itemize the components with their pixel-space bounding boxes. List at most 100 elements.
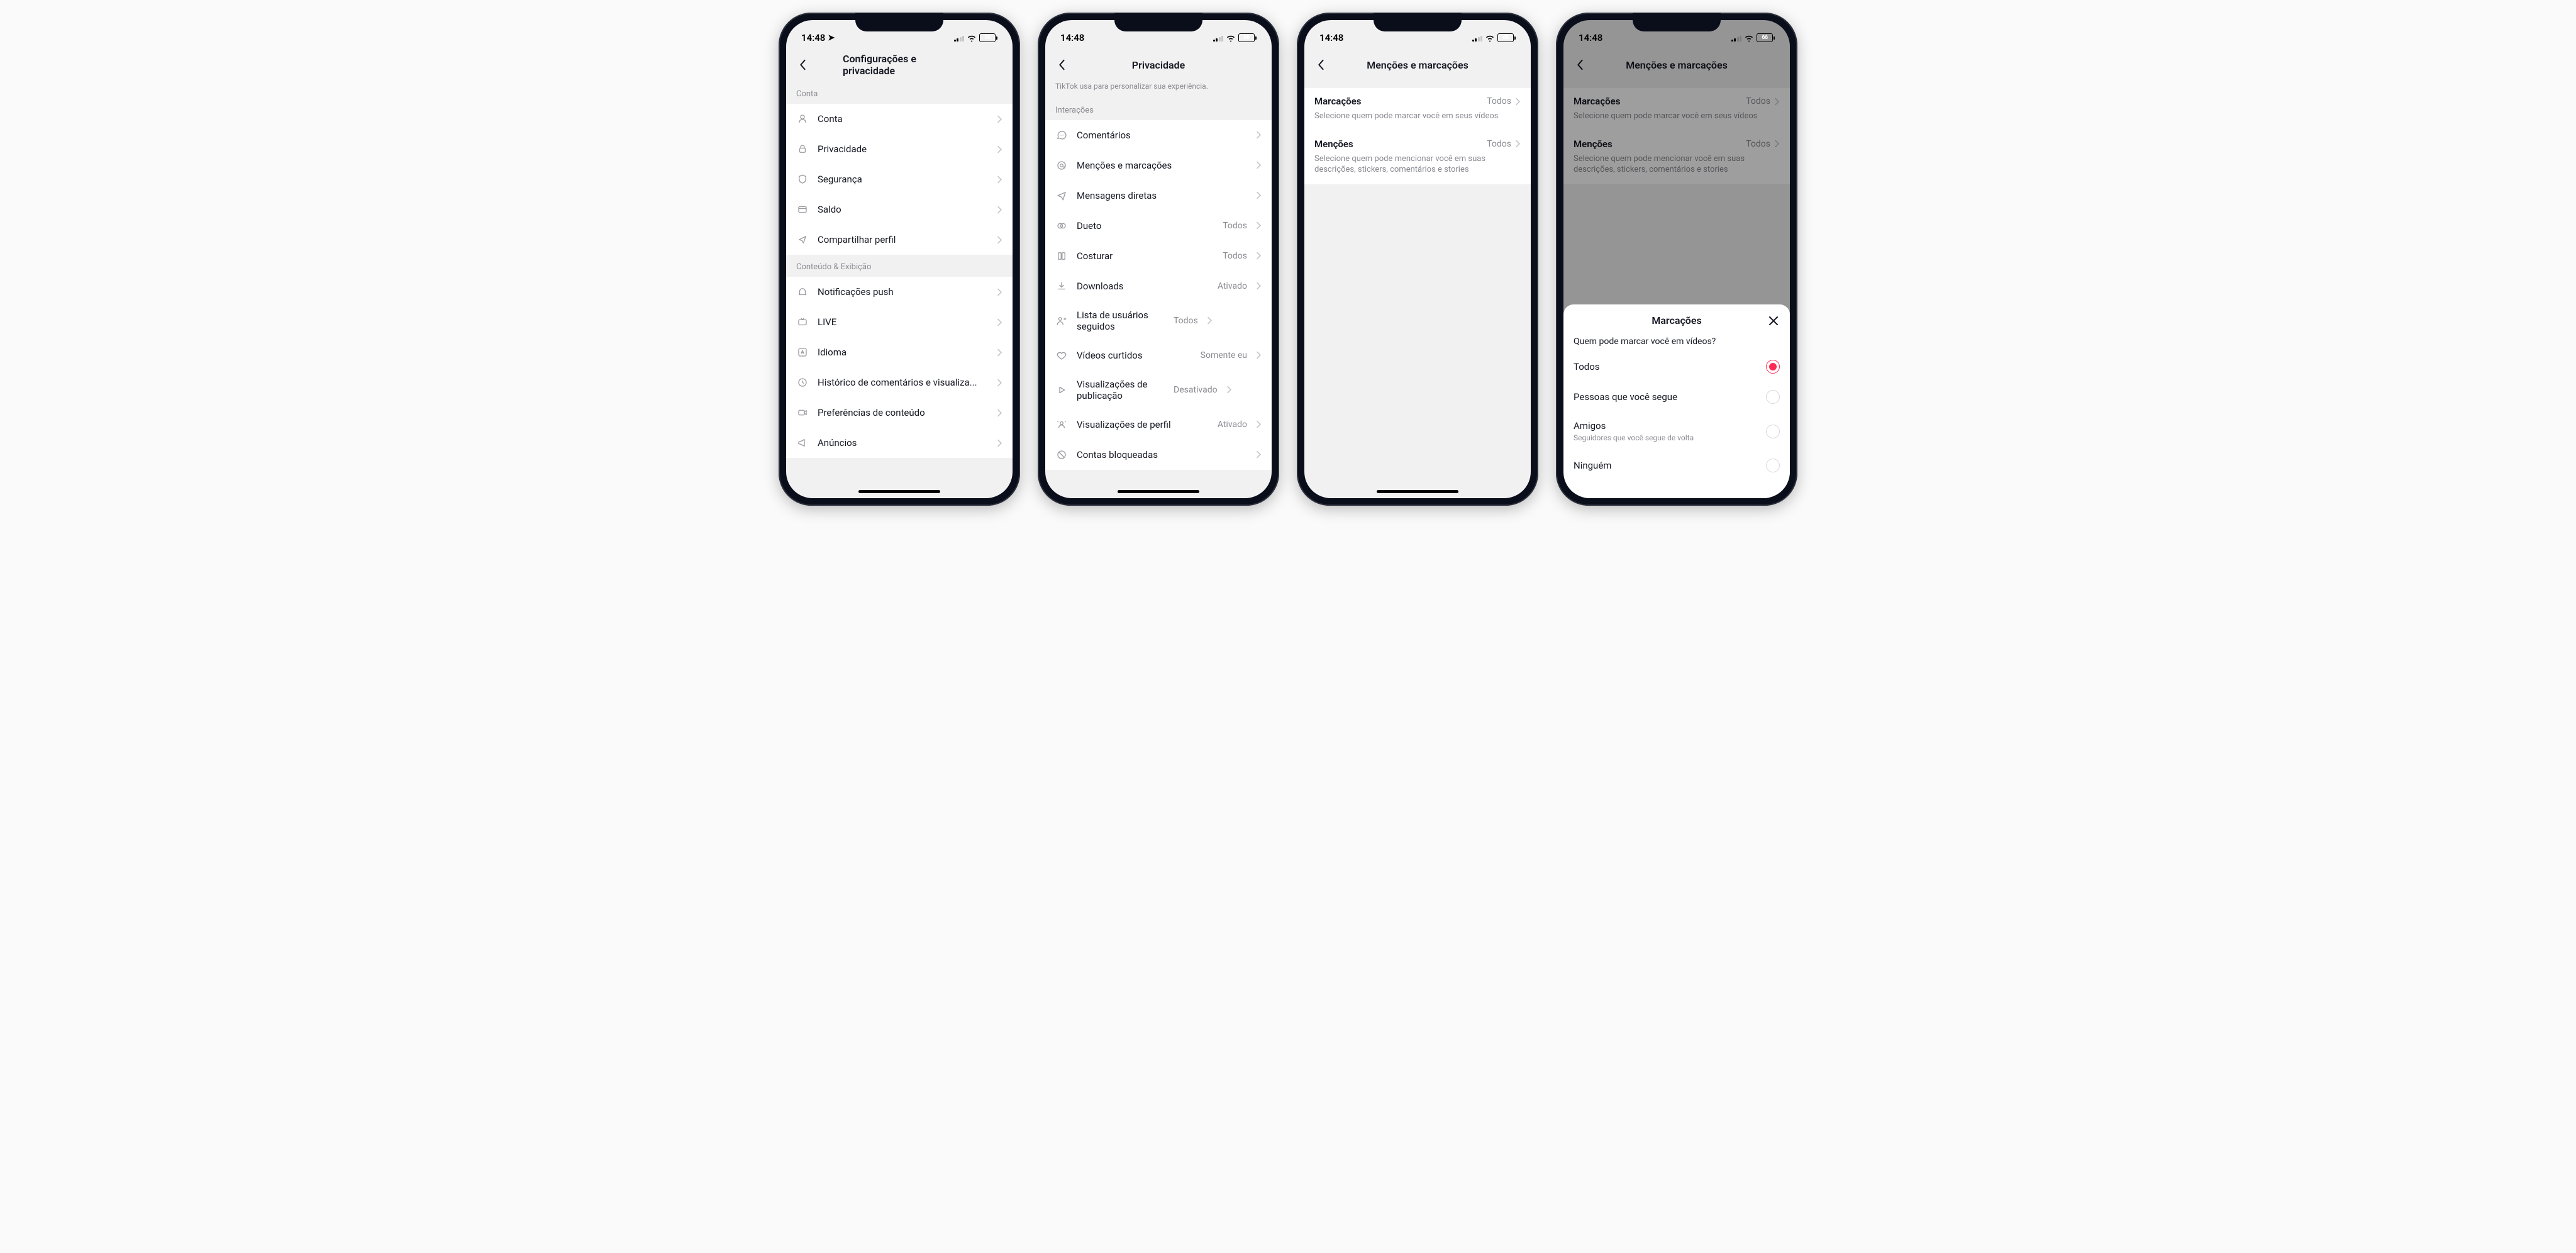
option-label: Todos [1574, 361, 1600, 372]
row-value: Desativado [1174, 385, 1218, 395]
option-ninguem[interactable]: Ninguém [1563, 450, 1790, 481]
notch [1374, 13, 1462, 31]
row-seguranca[interactable]: Segurança [786, 164, 1013, 194]
status-time: 14:48 [1319, 32, 1343, 43]
chevron-right-icon [997, 318, 1002, 326]
chevron-right-icon [997, 288, 1002, 296]
cellular-icon [954, 35, 965, 42]
action-sheet: Marcações Quem pode marcar você em vídeo… [1563, 304, 1790, 498]
wallet-icon [796, 203, 809, 216]
row-value: Todos [1223, 251, 1247, 261]
row-label: Visualizações de perfil [1077, 419, 1209, 430]
home-indicator[interactable] [858, 490, 940, 493]
row-label: Costurar [1077, 250, 1214, 262]
wifi-icon [1226, 34, 1236, 42]
row-dueto[interactable]: Dueto Todos [1045, 211, 1272, 241]
option-amigos[interactable]: Amigos Seguidores que você segue de volt… [1563, 412, 1790, 450]
bell-icon [796, 286, 809, 298]
row-saldo[interactable]: Saldo [786, 194, 1013, 225]
block-marcacoes[interactable]: Marcações Todos Selecione quem pode marc… [1304, 88, 1531, 131]
chevron-right-icon [1515, 140, 1521, 148]
battery-icon: 66 [1238, 33, 1257, 42]
chevron-right-icon [997, 175, 1002, 184]
comment-icon [1055, 129, 1068, 142]
row-notificacoes[interactable]: Notificações push [786, 277, 1013, 307]
block-value: Todos [1487, 96, 1511, 106]
row-preferencias[interactable]: Preferências de conteúdo [786, 398, 1013, 428]
wifi-icon [1485, 34, 1495, 42]
row-label: Privacidade [818, 143, 988, 155]
back-button[interactable] [1054, 57, 1069, 72]
phone-mentions: 14:48 66 Menções e marcações Marcações T… [1297, 13, 1538, 506]
row-privacidade[interactable]: Privacidade [786, 134, 1013, 164]
chevron-right-icon [997, 115, 1002, 123]
row-downloads[interactable]: Downloads Ativado [1045, 271, 1272, 301]
wifi-icon [967, 34, 977, 42]
radio-icon [1766, 459, 1780, 472]
row-label: Menções e marcações [1077, 160, 1247, 171]
row-label: Dueto [1077, 220, 1214, 231]
chevron-right-icon [997, 348, 1002, 357]
back-button[interactable] [795, 57, 810, 72]
chevron-right-icon [1256, 351, 1262, 359]
radio-icon [1766, 425, 1780, 438]
share-icon [796, 233, 809, 246]
row-curtidos[interactable]: Vídeos curtidos Somente eu [1045, 340, 1272, 370]
notch [1114, 13, 1202, 31]
row-conta[interactable]: Conta [786, 104, 1013, 134]
option-todos[interactable]: Todos [1563, 352, 1790, 382]
play-icon [1055, 384, 1068, 396]
row-costurar[interactable]: Costurar Todos [1045, 241, 1272, 271]
chevron-right-icon [1256, 221, 1262, 230]
block-title: Menções [1314, 138, 1353, 150]
block-value: Todos [1487, 139, 1511, 149]
row-compartilhar[interactable]: Compartilhar perfil [786, 225, 1013, 255]
row-label: LIVE [818, 316, 988, 328]
row-label: Saldo [818, 204, 988, 215]
row-label: Visualizações de publicação [1077, 379, 1165, 401]
battery-icon: 66 [979, 33, 997, 42]
clock-icon [796, 376, 809, 389]
row-mensagens[interactable]: Mensagens diretas [1045, 181, 1272, 211]
row-anuncios[interactable]: Anúncios [786, 428, 1013, 458]
close-button[interactable] [1766, 313, 1781, 328]
row-views-perfil[interactable]: Visualizações de perfil Ativado [1045, 409, 1272, 440]
megaphone-icon [796, 437, 809, 449]
cellular-icon [1213, 35, 1224, 42]
row-label: Mensagens diretas [1077, 190, 1247, 201]
option-label: Amigos [1574, 420, 1694, 432]
home-indicator[interactable] [1377, 490, 1458, 493]
following-icon [1055, 315, 1068, 327]
row-seguidos[interactable]: Lista de usuários seguidos Todos [1045, 301, 1272, 340]
row-value: Ativado [1218, 420, 1247, 430]
home-indicator[interactable] [1118, 490, 1199, 493]
row-label: Downloads [1077, 281, 1209, 292]
option-sub: Seguidores que você segue de volta [1574, 433, 1694, 442]
row-comentarios[interactable]: Comentários [1045, 120, 1272, 150]
phone-sheet: 14:48 66 Menções e marcações Marcaç [1556, 13, 1797, 506]
notch [855, 13, 943, 31]
back-button[interactable] [1313, 57, 1328, 72]
row-views-post[interactable]: Visualizações de publicação Desativado [1045, 370, 1272, 409]
heart-icon [1055, 349, 1068, 362]
row-label: Contas bloqueadas [1077, 449, 1247, 460]
section-interacoes: Interações [1045, 98, 1272, 120]
option-seguindo[interactable]: Pessoas que você segue [1563, 382, 1790, 412]
row-live[interactable]: LIVE [786, 307, 1013, 337]
row-value: Todos [1223, 221, 1247, 231]
option-label: Ninguém [1574, 460, 1611, 471]
phone-privacy: 14:48 66 Privacidade TikTok usa para per… [1038, 13, 1279, 506]
row-value: Ativado [1218, 281, 1247, 291]
row-label: Comentários [1077, 130, 1247, 141]
block-mencoes[interactable]: Menções Todos Selecione quem pode mencio… [1304, 131, 1531, 184]
row-historico[interactable]: Histórico de comentários e visualiza... [786, 367, 1013, 398]
download-icon [1055, 280, 1068, 292]
row-idioma[interactable]: Idioma [786, 337, 1013, 367]
duet-icon [1055, 220, 1068, 232]
location-icon: ➤ [828, 33, 835, 43]
row-mencoes[interactable]: Menções e marcações [1045, 150, 1272, 181]
row-label: Preferências de conteúdo [818, 407, 988, 418]
phone-settings: 14:48 ➤ 66 Configurações e privacidade C… [779, 13, 1020, 506]
chevron-right-icon [1256, 450, 1262, 459]
row-bloqueadas[interactable]: Contas bloqueadas [1045, 440, 1272, 470]
